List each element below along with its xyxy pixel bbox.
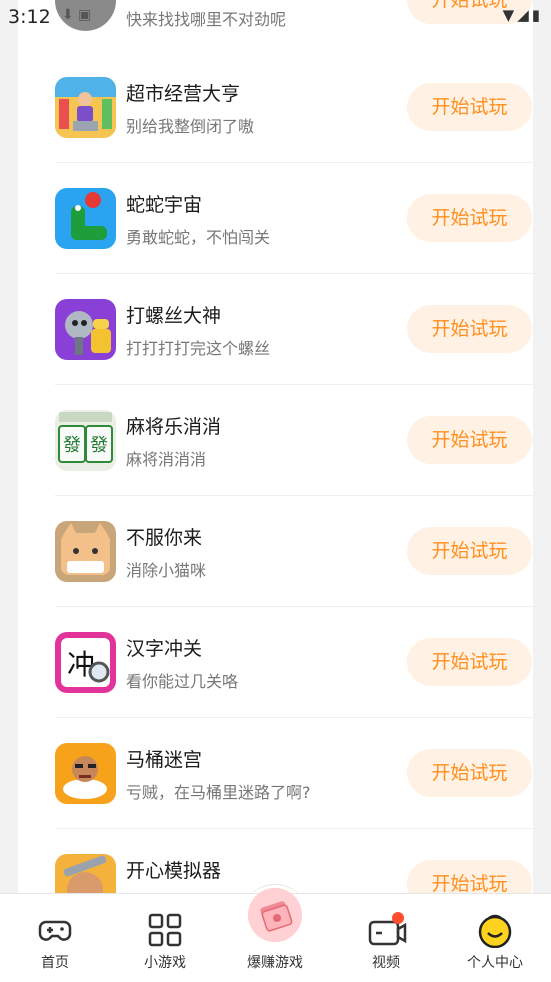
snake-icon [55, 188, 116, 249]
start-trial-button[interactable]: 开始试玩 [407, 194, 532, 242]
game-title: 麻将乐消消 [126, 416, 222, 438]
tab-label: 个人中心 [467, 955, 523, 971]
notification-icons: ⬇ ▣ [62, 7, 92, 23]
game-subtitle: 别给我整倒闭了嗷 [126, 117, 255, 136]
smiley-icon [478, 914, 512, 948]
game-subtitle: 消除小猫咪 [126, 561, 207, 580]
screw-icon [55, 299, 116, 360]
tab-label: 首页 [41, 955, 69, 971]
start-trial-button[interactable]: 开始试玩 [407, 638, 532, 686]
game-subtitle: 勇敢蛇蛇，不怕闯关 [126, 228, 271, 247]
game-title: 蛇蛇宇宙 [126, 194, 203, 216]
notification-badge [392, 912, 404, 924]
tab-video[interactable]: 视频 [341, 894, 431, 982]
game-title: 汉字冲关 [126, 638, 203, 660]
start-trial-button[interactable]: 开始试玩 [407, 305, 532, 353]
tab-label: 爆赚游戏 [247, 955, 303, 971]
game-title: 不服你来 [126, 527, 203, 549]
svg-text:發: 發 [90, 435, 108, 456]
system-icons: ▼◢▮ [502, 6, 543, 24]
start-trial-button[interactable]: 开始试玩 [407, 527, 532, 575]
game-subtitle: 看你能过几关咯 [126, 672, 239, 691]
game-title: 超市经营大亨 [126, 83, 241, 105]
grid-icon [148, 913, 182, 947]
svg-text:發: 發 [63, 435, 81, 456]
start-trial-button[interactable]: 开始试玩 [407, 749, 532, 797]
gamepad-icon [38, 920, 72, 941]
tab-home[interactable]: 首页 [10, 894, 100, 982]
list-item: 不服你来 消除小猫咪 开始试玩 [55, 496, 533, 607]
start-trial-button[interactable]: 开始试玩 [407, 83, 532, 131]
tab-profile[interactable]: 个人中心 [450, 894, 540, 982]
list-item: 超市经营大亨 别给我整倒闭了嗷 开始试玩 [55, 52, 533, 163]
game-subtitle: 麻将消消消 [126, 450, 207, 469]
game-subtitle: 打打打打完这个螺丝 [126, 339, 271, 358]
tab-mini-games[interactable]: 小游戏 [120, 894, 210, 982]
tab-label: 视频 [372, 955, 400, 971]
start-trial-button[interactable]: 开始试玩 [407, 416, 532, 464]
money-icon[interactable] [248, 888, 302, 942]
mahjong-icon: 發 發 [55, 410, 116, 471]
game-subtitle: 亏贼，在马桶里迷路了啊? [126, 783, 311, 802]
hanzi-icon: 冲 [55, 632, 116, 693]
tab-label: 小游戏 [144, 955, 186, 971]
status-time: 3:12 [8, 6, 51, 28]
list-item: 蛇蛇宇宙 勇敢蛇蛇，不怕闯关 开始试玩 [55, 163, 533, 274]
list-item: 發 發 麻将乐消消 麻将消消消 开始试玩 [55, 385, 533, 496]
list-item: 打螺丝大神 打打打打完这个螺丝 开始试玩 [55, 274, 533, 385]
video-icon [368, 912, 407, 946]
list-item: 马桶迷宫 亏贼，在马桶里迷路了啊? 开始试玩 [55, 718, 533, 829]
game-title: 打螺丝大神 [126, 305, 222, 327]
supermarket-icon [55, 77, 116, 138]
game-title: 开心模拟器 [126, 860, 222, 882]
toilet-icon [55, 743, 116, 804]
cat-icon [55, 521, 116, 582]
status-bar: 3:12 ⬇ ▣ ▼◢▮ [0, 0, 551, 34]
list-item: 冲 汉字冲关 看你能过几关咯 开始试玩 [55, 607, 533, 718]
game-title: 马桶迷宫 [126, 749, 203, 771]
game-list-card: 快来找找哪里不对劲呢 开始试玩 超市经营大亨 别给我整倒闭了嗷 开始试玩 蛇蛇宇… [18, 0, 533, 900]
